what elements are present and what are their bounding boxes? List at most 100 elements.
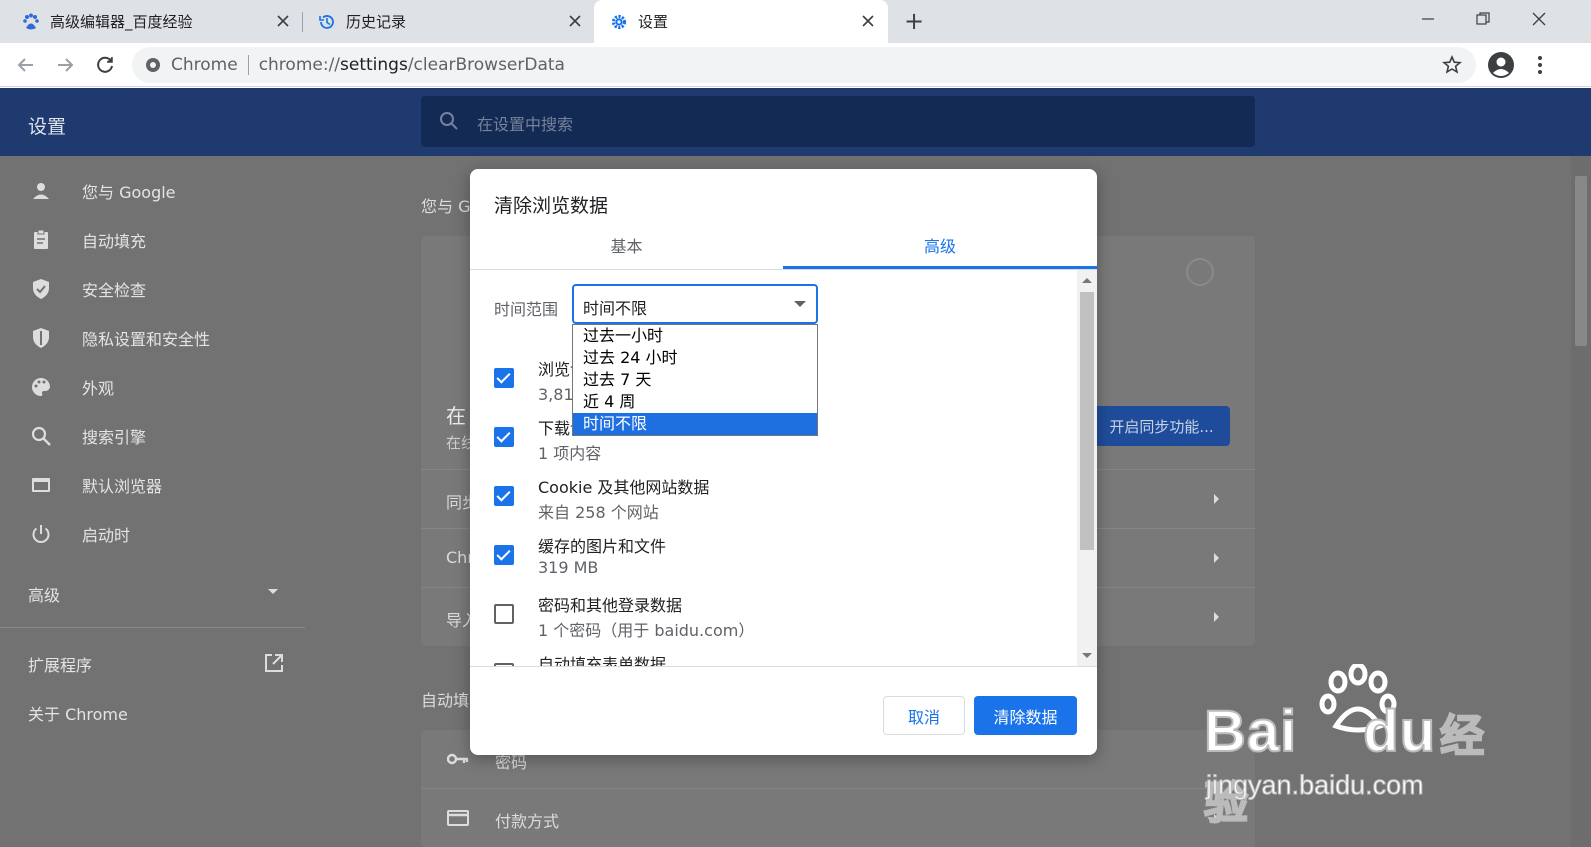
tab-advanced[interactable]: 高级 [783,233,1097,269]
search-icon [30,425,52,447]
row-divider [421,788,1255,789]
chrome-icon [145,57,161,73]
dropdown-arrow-icon [794,301,806,307]
shield-check-icon [30,278,52,300]
watermark-url: jingyan.baidu.com [1206,770,1425,801]
time-range-dropdown-list: 过去一小时 过去 24 小时 过去 7 天 近 4 周 时间不限 [572,324,818,436]
checkbox-title: 自动填充表单数据 [538,655,667,666]
dropdown-option[interactable]: 过去 24 小时 [573,347,817,369]
omnibox-separator [247,55,249,75]
back-arrow-icon[interactable] [14,53,38,77]
watermark-brand-text: Bai [1203,698,1298,765]
checkbox-subtitle: 319 MB [538,558,599,577]
decorative-circle [1186,258,1214,286]
page-scrollbar[interactable] [1571,156,1591,847]
close-icon[interactable] [275,13,291,29]
cancel-button[interactable]: 取消 [883,696,965,735]
dropdown-option[interactable]: 过去 7 天 [573,369,817,391]
browser-toolbar: Chrome chrome://settings/clearBrowserDat… [0,43,1591,87]
section-title-autofill: 自动填 [421,691,470,710]
baidu-paw-icon [22,13,40,31]
checkbox-title: 缓存的图片和文件 [538,537,667,556]
time-range-value: 时间不限 [583,299,648,318]
scrollbar-thumb[interactable] [1575,176,1587,346]
site-label: Chrome [171,55,238,75]
tab-baidu-editor[interactable]: 高级编辑器_百度经验 [22,0,292,43]
power-icon [30,523,52,545]
history-icon [318,13,336,31]
sidebar-extensions[interactable]: 扩展程序 [28,652,92,676]
dropdown-option[interactable]: 近 4 周 [573,391,817,413]
chevron-right-icon[interactable] [1214,494,1219,504]
sidebar-advanced[interactable]: 高级 [28,582,60,606]
tab-settings[interactable]: 设置 [594,0,888,43]
checkbox[interactable] [494,486,514,506]
sidebar-item-on-startup[interactable]: 启动时 [0,509,400,558]
scroll-up-arrow-icon[interactable] [1082,278,1092,283]
sidebar-item-label: 隐私设置和安全性 [82,329,211,349]
menu-dots-icon[interactable] [1530,54,1550,76]
sidebar-about-chrome[interactable]: 关于 Chrome [28,701,128,725]
chevron-right-icon[interactable] [1214,612,1219,622]
address-bar[interactable]: Chrome chrome://settings/clearBrowserDat… [132,47,1476,83]
settings-header: 设置 在设置中搜索 [0,88,1591,156]
scroll-down-arrow-icon[interactable] [1082,653,1092,658]
checkbox[interactable] [494,604,514,624]
checkbox-subtitle: 1 个密码（用于 baidu.com） [538,621,755,640]
checkbox-title: 密码和其他登录数据 [538,596,683,615]
footer-divider [470,666,1097,667]
sidebar-item-appearance[interactable]: 外观 [0,362,400,411]
scrollbar-thumb[interactable] [1080,292,1094,550]
minimize-button[interactable] [1419,10,1437,28]
key-icon [447,752,469,766]
url-prefix: chrome:// [258,55,341,75]
checkbox-subtitle: 1 项内容 [538,444,602,463]
sidebar-item-you-google[interactable]: 您与 Google [0,166,400,215]
checkbox-row-cache[interactable]: 缓存的图片和文件 319 MB [494,537,1054,596]
row-payment-methods[interactable]: 付款方式 [495,808,559,832]
reload-icon[interactable] [93,53,117,77]
checkbox-title: Cookie 及其他网站数据 [538,478,710,497]
sidebar-item-default-browser[interactable]: 默认浏览器 [0,460,400,509]
close-window-button[interactable] [1530,10,1548,28]
restore-button[interactable] [1474,10,1492,28]
sidebar-item-safety-check[interactable]: 安全检查 [0,264,400,313]
checkbox-row-autofill[interactable]: 自动填充表单数据 [494,655,1054,666]
url-path: /clearBrowserData [407,55,565,75]
time-range-select[interactable]: 时间不限 [572,284,818,324]
dropdown-option[interactable]: 过去一小时 [573,325,817,347]
tab-strip: 高级编辑器_百度经验 历史记录 设置 + [0,0,1591,43]
shield-half-icon [30,327,52,349]
close-icon[interactable] [860,13,876,29]
checkbox-row-cookies[interactable]: Cookie 及其他网站数据 来自 258 个网站 [494,478,1054,537]
settings-search-input[interactable]: 在设置中搜索 [421,96,1255,147]
external-link-icon[interactable] [263,652,285,674]
sidebar-item-search-engine[interactable]: 搜索引擎 [0,411,400,460]
new-tab-button[interactable]: + [904,9,926,33]
clear-data-button[interactable]: 清除数据 [974,696,1077,735]
profile-avatar-icon[interactable] [1487,51,1515,79]
sidebar-item-label: 搜索引擎 [82,427,147,447]
tab-separator [302,12,303,32]
tab-history[interactable]: 历史记录 [318,0,588,43]
checkbox-row-passwords[interactable]: 密码和其他登录数据 1 个密码（用于 baidu.com） [494,596,1054,655]
chevron-right-icon[interactable] [1214,553,1219,563]
turn-on-sync-button[interactable]: 开启同步功能... [1093,406,1230,446]
gear-icon [610,13,628,31]
bookmark-star-icon[interactable] [1442,55,1462,75]
tab-basic[interactable]: 基本 [470,233,783,269]
checkbox[interactable] [494,368,514,388]
sync-heading: 在 [446,404,466,428]
url-host: settings [340,55,408,75]
page-title: 设置 [28,116,67,138]
forward-arrow-icon[interactable] [53,53,77,77]
sidebar-item-autofill[interactable]: 自动填充 [0,215,400,264]
sidebar-item-privacy[interactable]: 隐私设置和安全性 [0,313,400,362]
checkbox[interactable] [494,545,514,565]
checkbox[interactable] [494,427,514,447]
chevron-down-icon[interactable] [268,589,278,594]
dropdown-option-selected[interactable]: 时间不限 [573,413,817,435]
browser-icon [30,474,52,496]
close-icon[interactable] [567,13,583,29]
dialog-scrollbar[interactable] [1077,270,1097,666]
